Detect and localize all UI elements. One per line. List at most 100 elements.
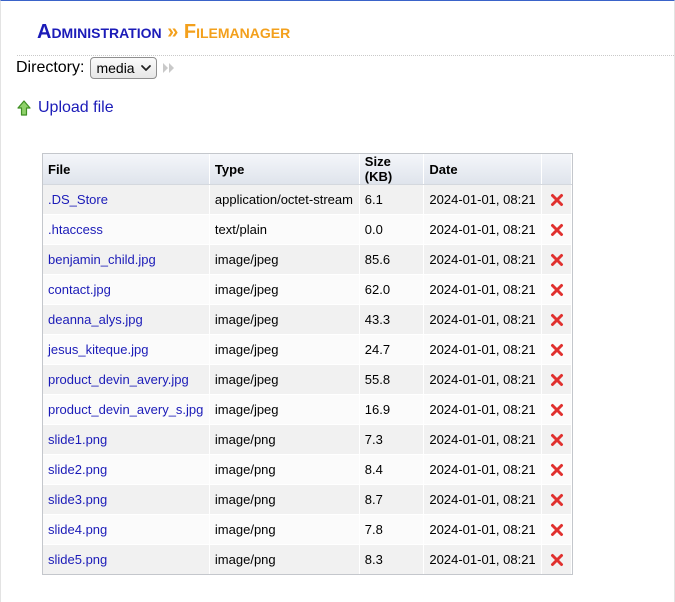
file-link[interactable]: jesus_kiteque.jpg [48, 342, 148, 357]
delete-cell [541, 364, 572, 395]
file-type: image/png [209, 454, 360, 485]
title-administration[interactable]: Administration [37, 21, 162, 43]
delete-x-icon[interactable] [550, 433, 564, 447]
file-link[interactable]: slide3.png [48, 492, 107, 507]
delete-x-icon[interactable] [550, 313, 564, 327]
breadcrumb-separator: » [167, 21, 179, 43]
delete-x-icon[interactable] [550, 253, 564, 267]
table-row: contact.jpg image/jpeg 62.0 2024-01-01, 08:… [43, 274, 572, 305]
column-header-date[interactable]: Date [423, 154, 543, 185]
table-row: .htaccess text/plain 0.0 2024-01-01, 08:21 [43, 214, 572, 245]
file-cell: .htaccess [43, 214, 210, 245]
file-table-container: File Type Size (KB) Date .DS_Store applic… [42, 153, 573, 575]
file-size: 55.8 [359, 364, 425, 395]
table-row: .DS_Store application/octet-stream 6.1 2024… [43, 184, 572, 215]
upload-arrow-icon [17, 100, 31, 116]
delete-x-icon[interactable] [550, 553, 564, 567]
title-filemanager: Filemanager [183, 21, 291, 43]
file-type: image/jpeg [209, 334, 360, 365]
file-size: 8.3 [359, 544, 425, 574]
table-row: slide5.png image/png 8.3 2024-01-01, 08:21 [43, 544, 572, 574]
file-table: File Type Size (KB) Date .DS_Store applic… [43, 154, 572, 574]
file-date: 2024-01-01, 08:21 [423, 454, 543, 485]
file-cell: slide2.png [43, 454, 210, 485]
file-size: 85.6 [359, 244, 425, 275]
delete-cell [541, 334, 572, 365]
table-row: jesus_kiteque.jpg image/jpeg 24.7 2024-01-0… [43, 334, 572, 365]
file-size: 43.3 [359, 304, 425, 335]
title-divider [17, 55, 675, 56]
table-row: slide2.png image/png 8.4 2024-01-01, 08:21 [43, 454, 572, 485]
delete-cell [541, 274, 572, 305]
file-cell: deanna_alys.jpg [43, 304, 210, 335]
delete-cell [541, 244, 572, 275]
file-cell: product_devin_avery.jpg [43, 364, 210, 395]
table-row: slide1.png image/png 7.3 2024-01-01, 08:21 [43, 424, 572, 455]
file-type: image/jpeg [209, 394, 360, 425]
file-cell: benjamin_child.jpg [43, 244, 210, 275]
file-link[interactable]: benjamin_child.jpg [48, 252, 156, 267]
table-row: deanna_alys.jpg image/jpeg 43.3 2024-01-01,… [43, 304, 572, 335]
forward-arrows-icon[interactable] [162, 62, 176, 74]
table-row: product_devin_avery_s.jpg image/jpeg 16.9 2… [43, 394, 572, 425]
file-link[interactable]: slide4.png [48, 522, 107, 537]
delete-cell [541, 214, 572, 245]
file-size: 8.4 [359, 454, 425, 485]
column-header-file[interactable]: File [43, 154, 210, 185]
file-link[interactable]: deanna_alys.jpg [48, 312, 143, 327]
file-link[interactable]: product_devin_avery_s.jpg [48, 402, 203, 417]
table-row: product_devin_avery.jpg image/jpeg 55.8 202… [43, 364, 572, 395]
upload-file-link[interactable]: Upload file [17, 99, 114, 117]
file-link[interactable]: contact.jpg [48, 282, 111, 297]
page-title: Administration » Filemanager [37, 19, 290, 45]
file-link[interactable]: product_devin_avery.jpg [48, 372, 189, 387]
file-size: 16.9 [359, 394, 425, 425]
file-size: 24.7 [359, 334, 425, 365]
delete-cell [541, 544, 572, 574]
delete-x-icon[interactable] [550, 283, 564, 297]
column-header-type[interactable]: Type [209, 154, 360, 185]
file-cell: contact.jpg [43, 274, 210, 305]
file-link[interactable]: slide5.png [48, 552, 107, 567]
file-cell: slide4.png [43, 514, 210, 545]
file-cell: jesus_kiteque.jpg [43, 334, 210, 365]
file-table-body: .DS_Store application/octet-stream 6.1 2024… [43, 184, 572, 574]
delete-cell [541, 394, 572, 425]
file-link[interactable]: .DS_Store [48, 192, 108, 207]
file-type: image/png [209, 484, 360, 515]
delete-x-icon[interactable] [550, 223, 564, 237]
file-date: 2024-01-01, 08:21 [423, 484, 543, 515]
file-type: image/jpeg [209, 364, 360, 395]
file-link[interactable]: .htaccess [48, 222, 103, 237]
delete-x-icon[interactable] [550, 493, 564, 507]
directory-select[interactable]: media [90, 57, 158, 79]
delete-x-icon[interactable] [550, 523, 564, 537]
column-header-size[interactable]: Size (KB) [359, 154, 425, 185]
file-cell: slide5.png [43, 544, 210, 574]
file-date: 2024-01-01, 08:21 [423, 214, 543, 245]
file-type: text/plain [209, 214, 360, 245]
delete-x-icon[interactable] [550, 193, 564, 207]
delete-x-icon[interactable] [550, 343, 564, 357]
file-type: image/jpeg [209, 304, 360, 335]
table-row: slide4.png image/png 7.8 2024-01-01, 08:21 [43, 514, 572, 545]
chevron-down-icon [141, 65, 152, 71]
delete-cell [541, 184, 572, 215]
delete-cell [541, 424, 572, 455]
table-row: benjamin_child.jpg image/jpeg 85.6 2024-01-… [43, 244, 572, 275]
delete-x-icon[interactable] [550, 373, 564, 387]
file-cell: slide1.png [43, 424, 210, 455]
file-cell: .DS_Store [43, 184, 210, 215]
file-date: 2024-01-01, 08:21 [423, 424, 543, 455]
file-link[interactable]: slide2.png [48, 462, 107, 477]
file-link[interactable]: slide1.png [48, 432, 107, 447]
delete-cell [541, 454, 572, 485]
file-size: 62.0 [359, 274, 425, 305]
file-date: 2024-01-01, 08:21 [423, 334, 543, 365]
delete-x-icon[interactable] [550, 403, 564, 417]
file-date: 2024-01-01, 08:21 [423, 274, 543, 305]
table-row: slide3.png image/png 8.7 2024-01-01, 08:21 [43, 484, 572, 515]
file-size: 7.3 [359, 424, 425, 455]
file-type: image/png [209, 424, 360, 455]
delete-x-icon[interactable] [550, 463, 564, 477]
